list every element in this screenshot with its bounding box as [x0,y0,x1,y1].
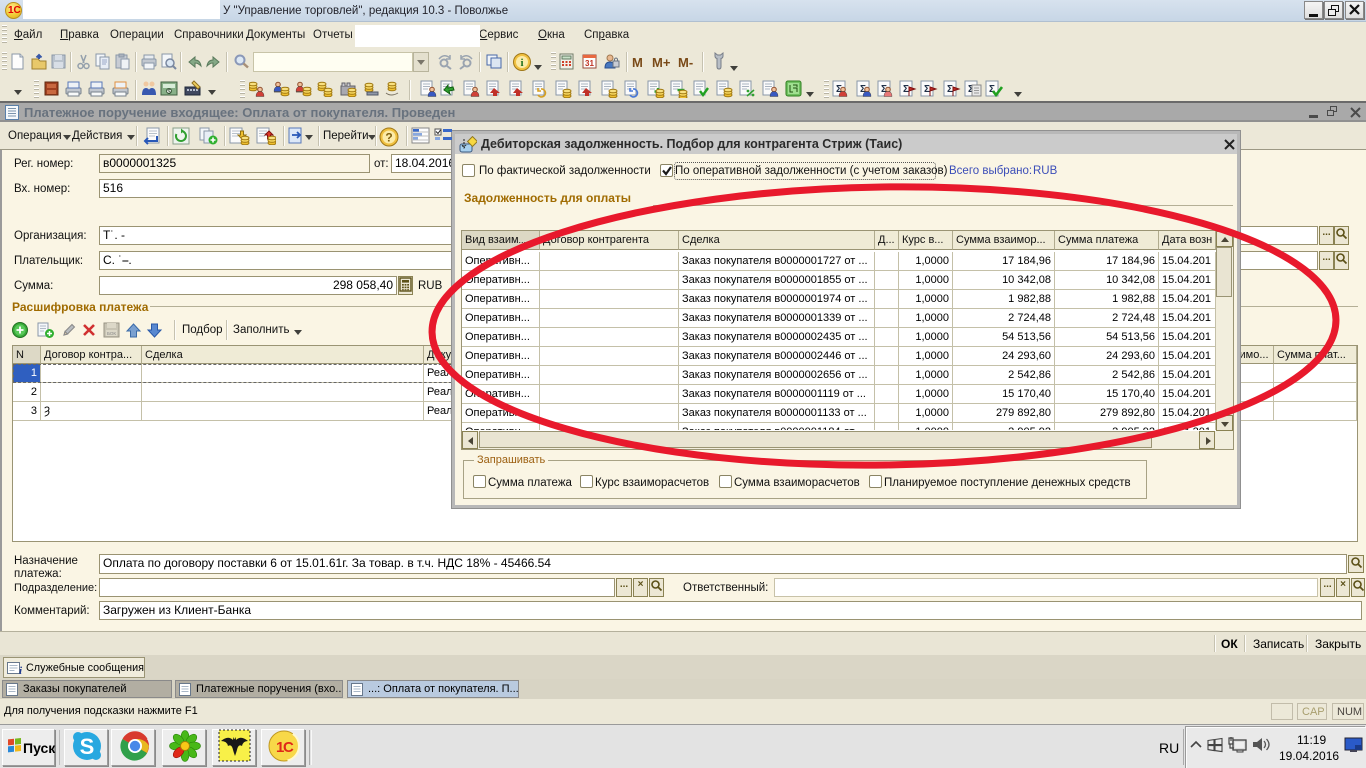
svg-text:i: i [19,665,23,675]
